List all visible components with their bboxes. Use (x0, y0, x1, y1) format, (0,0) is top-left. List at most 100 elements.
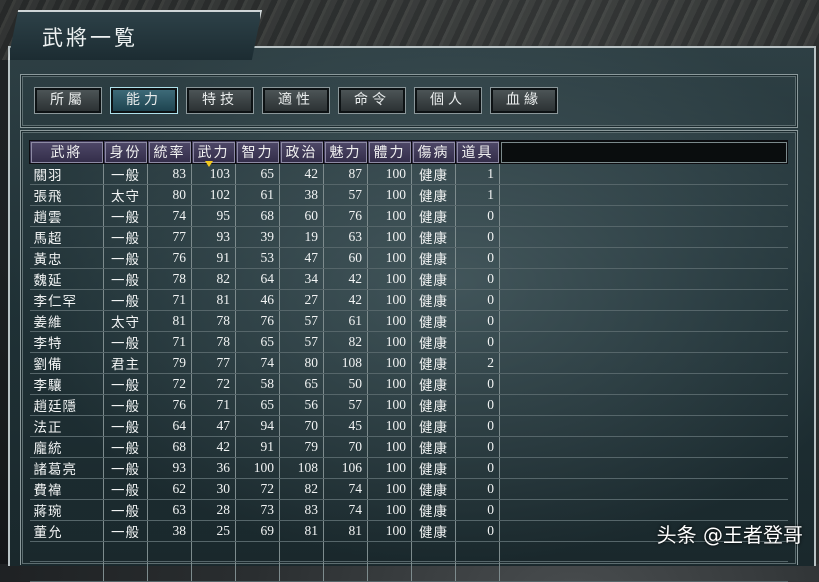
table-cell-empty (455, 541, 500, 562)
tab-4[interactable]: 適性 (262, 87, 330, 114)
table-cell: 78 (191, 331, 236, 353)
table-row[interactable]: 李特 一般 71 78 65 57 82 100 健康 0 (29, 331, 788, 353)
table-cell: 健康 (411, 247, 456, 269)
table-cell: 42 (191, 436, 236, 458)
column-header-2[interactable]: 身份 (103, 140, 148, 164)
table-row[interactable]: 費禕 一般 62 30 72 82 74 100 健康 0 (29, 478, 788, 500)
table-cell: 65 (235, 394, 280, 416)
table-cell: 61 (235, 184, 280, 206)
table-row[interactable]: 李驤 一般 72 72 58 65 50 100 健康 0 (29, 373, 788, 395)
table-row[interactable]: 李仁罕 一般 71 81 46 27 42 100 健康 0 (29, 289, 788, 311)
table-row[interactable]: 馬超 一般 77 93 39 19 63 100 健康 0 (29, 226, 788, 248)
table-cell: 健康 (411, 289, 456, 311)
table-cell-empty (499, 268, 788, 290)
table-cell: 健康 (411, 436, 456, 458)
column-header-3[interactable]: 統率 (147, 140, 192, 164)
table-row[interactable]: 姜維 太守 81 78 76 57 61 100 健康 0 (29, 310, 788, 332)
tab-2[interactable]: 能力 (110, 87, 178, 114)
table-row[interactable]: 法正 一般 64 47 94 70 45 100 健康 0 (29, 415, 788, 437)
column-header-7[interactable]: 魅力 (323, 140, 368, 164)
table-cell-empty (367, 541, 412, 562)
table-cell: 73 (235, 499, 280, 521)
column-header-label: 身份 (109, 145, 142, 161)
table-cell-empty (499, 310, 788, 332)
table-cell-empty (147, 561, 192, 582)
table-cell: 100 (367, 289, 412, 311)
column-header-label: 武力 (197, 145, 230, 161)
table-cell-empty (499, 184, 788, 206)
column-header-6[interactable]: 政治 (279, 140, 324, 164)
column-header-label: 魅力 (329, 145, 362, 161)
column-header-10[interactable]: 道具 (455, 140, 500, 164)
column-header-4[interactable]: 武力 (191, 140, 236, 167)
table-cell: 58 (235, 373, 280, 395)
table-cell: 一般 (103, 457, 148, 479)
column-header-5[interactable]: 智力 (235, 140, 280, 164)
table-cell: 100 (367, 310, 412, 332)
table-row[interactable]: 魏延 一般 78 82 64 34 42 100 健康 0 (29, 268, 788, 290)
table-cell: 25 (191, 520, 236, 542)
table-cell: 83 (279, 499, 324, 521)
table-row[interactable]: 張飛 太守 80 102 61 38 57 100 健康 1 (29, 184, 788, 206)
table-cell: 姜維 (29, 310, 104, 332)
table-row[interactable]: 趙廷隱 一般 76 71 65 56 57 100 健康 0 (29, 394, 788, 416)
table-cell: 28 (191, 499, 236, 521)
tab-1[interactable]: 所屬 (34, 87, 102, 114)
table-cell: 76 (147, 247, 192, 269)
tab-6[interactable]: 個人 (414, 87, 482, 114)
table-cell-empty (279, 561, 324, 582)
table-cell-empty (499, 373, 788, 395)
table-cell: 健康 (411, 520, 456, 542)
column-header-label: 統率 (153, 145, 186, 161)
table-cell: 健康 (411, 205, 456, 227)
table-cell: 董允 (29, 520, 104, 542)
table-cell: 38 (279, 184, 324, 206)
table-cell-empty (411, 541, 456, 562)
table-cell: 太守 (103, 184, 148, 206)
table-cell: 費禕 (29, 478, 104, 500)
table-cell: 27 (279, 289, 324, 311)
table-row[interactable]: 劉備 君主 79 77 74 80 108 100 健康 2 (29, 352, 788, 374)
table-cell: 78 (147, 268, 192, 290)
table-cell: 一般 (103, 373, 148, 395)
table-cell: 一般 (103, 415, 148, 437)
table-row[interactable]: 蔣琬 一般 63 28 73 83 74 100 健康 0 (29, 499, 788, 521)
table-cell: 一般 (103, 520, 148, 542)
sort-arrow-icon (205, 161, 213, 167)
table-cell: 100 (367, 394, 412, 416)
table-cell: 一般 (103, 394, 148, 416)
table-row[interactable]: 龐統 一般 68 42 91 79 70 100 健康 0 (29, 436, 788, 458)
column-header-8[interactable]: 體力 (367, 140, 412, 164)
table-cell: 81 (323, 520, 368, 542)
table-cell: 李特 (29, 331, 104, 353)
table-cell: 健康 (411, 373, 456, 395)
column-header-label: 政治 (285, 145, 318, 161)
column-header-1[interactable]: 武將 (29, 140, 104, 164)
table-cell: 一般 (103, 247, 148, 269)
column-header-9[interactable]: 傷病 (411, 140, 456, 164)
table-cell: 健康 (411, 331, 456, 353)
table-cell-empty (103, 561, 148, 582)
table-cell: 72 (147, 373, 192, 395)
table-cell: 57 (323, 394, 368, 416)
column-header-label: 傷病 (417, 145, 450, 161)
table-cell: 36 (191, 457, 236, 479)
table-cell-empty (29, 561, 104, 582)
table-row[interactable]: 趙雲 一般 74 95 68 60 76 100 健康 0 (29, 205, 788, 227)
table-row[interactable]: 諸葛亮 一般 93 36 100 108 106 100 健康 0 (29, 457, 788, 479)
table-cell: 106 (323, 457, 368, 479)
table-cell: 78 (191, 310, 236, 332)
tab-7[interactable]: 血緣 (490, 87, 558, 114)
table-row[interactable]: 關羽 一般 83 103 65 42 87 100 健康 1 (29, 163, 788, 185)
table-cell: 63 (147, 499, 192, 521)
table-cell: 82 (323, 331, 368, 353)
tab-3[interactable]: 特技 (186, 87, 254, 114)
table-cell: 34 (279, 268, 324, 290)
table-cell: 0 (455, 247, 500, 269)
table-cell: 94 (235, 415, 280, 437)
table-row[interactable]: 黃忠 一般 76 91 53 47 60 100 健康 0 (29, 247, 788, 269)
table-cell-empty (455, 561, 500, 582)
table-cell-empty (29, 541, 104, 562)
tab-5[interactable]: 命令 (338, 87, 406, 114)
table-cell: 健康 (411, 478, 456, 500)
